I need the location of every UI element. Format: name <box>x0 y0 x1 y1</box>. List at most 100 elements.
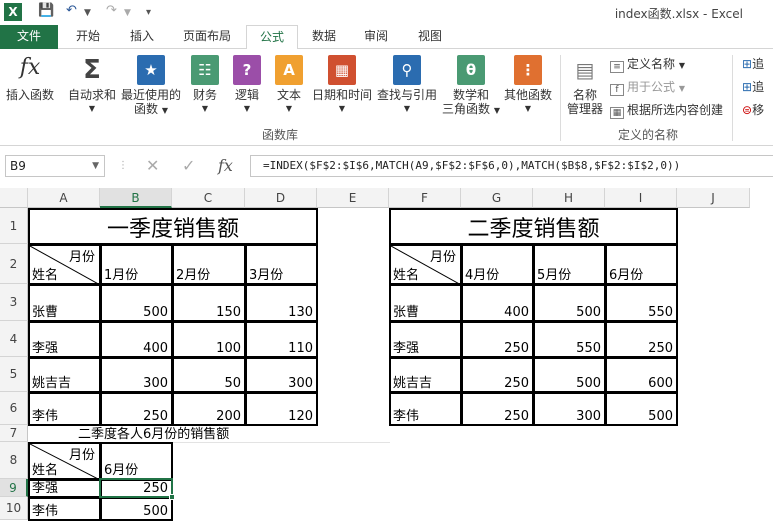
table1-value-cell[interactable]: 400 <box>100 321 173 358</box>
table1-value-cell[interactable]: 130 <box>245 284 318 322</box>
table1-name-cell[interactable]: 李强 <box>28 321 101 358</box>
table3-month-header[interactable]: 6月份 <box>100 442 173 480</box>
table1-value-cell[interactable]: 110 <box>245 321 318 358</box>
table2-title[interactable]: 二季度销售额 <box>389 208 678 245</box>
table1-value-cell[interactable]: 500 <box>100 284 173 322</box>
row-header-8[interactable]: 8 <box>0 442 28 479</box>
table2-value-cell[interactable]: 250 <box>461 357 534 393</box>
redo-dropdown-icon[interactable]: ▼ <box>124 8 131 18</box>
trace-dependents-button[interactable]: ⊞追 <box>742 78 764 96</box>
save-icon[interactable]: 💾 <box>38 3 54 18</box>
table2-name-cell[interactable]: 李伟 <box>389 392 462 426</box>
column-header-j[interactable]: J <box>677 188 750 208</box>
logical-button[interactable]: ? 逻辑 ▼ <box>228 55 266 116</box>
column-header-e[interactable]: E <box>317 188 389 208</box>
column-header-g[interactable]: G <box>461 188 533 208</box>
drag-handle-icon[interactable]: ⋮ <box>118 160 128 171</box>
table2-corner-header[interactable]: 月份 姓名 <box>389 244 462 285</box>
column-header-c[interactable]: C <box>172 188 245 208</box>
column-header-i[interactable]: I <box>605 188 677 208</box>
table2-value-cell[interactable]: 250 <box>461 392 534 426</box>
table1-name-cell[interactable]: 姚吉吉 <box>28 357 101 393</box>
column-header-h[interactable]: H <box>533 188 605 208</box>
row-header-6[interactable]: 6 <box>0 392 28 425</box>
table2-name-cell[interactable]: 姚吉吉 <box>389 357 462 393</box>
table1-value-cell[interactable]: 200 <box>172 392 246 426</box>
tab-data[interactable]: 数据 <box>300 25 348 49</box>
more-functions-button[interactable]: ⋮ 其他函数 ▼ <box>502 55 554 116</box>
row-header-7[interactable]: 7 <box>0 425 28 442</box>
table1-month-header[interactable]: 2月份 <box>172 244 246 285</box>
row-header-1[interactable]: 1 <box>0 208 28 244</box>
tab-page-layout[interactable]: 页面布局 <box>172 25 242 49</box>
define-name-button[interactable]: ≡ 定义名称 ▼ <box>610 55 685 73</box>
row-header-4[interactable]: 4 <box>0 321 28 357</box>
customize-toolbar-icon[interactable]: ▾ <box>146 7 151 18</box>
select-all-corner[interactable] <box>0 188 28 208</box>
math-trig-button[interactable]: θ 数学和 三角函数 ▼ <box>440 55 502 118</box>
cancel-icon[interactable]: ✕ <box>146 156 159 175</box>
name-box[interactable]: B9 ▼ <box>5 155 105 177</box>
table1-value-cell[interactable]: 250 <box>100 392 173 426</box>
insert-function-icon[interactable]: fx <box>218 156 233 175</box>
row-header-2[interactable]: 2 <box>0 244 28 284</box>
table1-value-cell[interactable]: 100 <box>172 321 246 358</box>
table2-value-cell[interactable]: 300 <box>533 392 606 426</box>
table2-value-cell[interactable]: 550 <box>533 321 606 358</box>
table2-month-header[interactable]: 4月份 <box>461 244 534 285</box>
table1-name-cell[interactable]: 李伟 <box>28 392 101 426</box>
table2-name-cell[interactable]: 张曹 <box>389 284 462 322</box>
row-header-3[interactable]: 3 <box>0 284 28 321</box>
tab-file[interactable]: 文件 <box>0 25 58 49</box>
enter-icon[interactable]: ✓ <box>182 156 195 175</box>
insert-function-button[interactable]: fx 插入函数 <box>2 55 58 102</box>
table1-value-cell[interactable]: 300 <box>245 357 318 393</box>
lookup-reference-button[interactable]: ⚲ 查找与引用 ▼ <box>376 55 438 116</box>
autosum-button[interactable]: Σ 自动求和 ▼ <box>64 55 120 116</box>
chevron-down-icon[interactable]: ▼ <box>92 156 99 176</box>
financial-button[interactable]: ☷ 财务 ▼ <box>186 55 224 116</box>
table1-corner-header[interactable]: 月份 姓名 <box>28 244 101 285</box>
table2-month-header[interactable]: 6月份 <box>605 244 678 285</box>
table2-value-cell[interactable]: 500 <box>533 284 606 322</box>
tab-home[interactable]: 开始 <box>64 25 112 49</box>
table1-month-header[interactable]: 3月份 <box>245 244 318 285</box>
tab-formulas[interactable]: 公式 <box>246 25 298 50</box>
undo-dropdown-icon[interactable]: ▼ <box>84 8 91 18</box>
table1-value-cell[interactable]: 150 <box>172 284 246 322</box>
undo-icon[interactable]: ↶ <box>66 3 77 18</box>
column-header-d[interactable]: D <box>245 188 317 208</box>
table3-name-cell[interactable]: 李伟 <box>28 497 101 521</box>
trace-precedents-button[interactable]: ⊞追 <box>742 55 764 73</box>
table3-corner-header[interactable]: 月份 姓名 <box>28 442 101 480</box>
table2-month-header[interactable]: 5月份 <box>533 244 606 285</box>
text-button[interactable]: A 文本 ▼ <box>270 55 308 116</box>
note-text[interactable]: 二季度各人6月份的销售额 <box>28 425 390 443</box>
table2-name-cell[interactable]: 李强 <box>389 321 462 358</box>
active-cell-selection[interactable] <box>99 478 175 500</box>
table2-value-cell[interactable]: 250 <box>461 321 534 358</box>
row-header-10[interactable]: 10 <box>0 497 28 520</box>
recently-used-button[interactable]: ★ 最近使用的 函数 ▼ <box>120 55 182 118</box>
row-header-9[interactable]: 9 <box>0 479 28 497</box>
table1-title[interactable]: 一季度销售额 <box>28 208 318 245</box>
table1-value-cell[interactable]: 120 <box>245 392 318 426</box>
column-header-f[interactable]: F <box>389 188 461 208</box>
table2-value-cell[interactable]: 500 <box>533 357 606 393</box>
table1-value-cell[interactable]: 50 <box>172 357 246 393</box>
table1-value-cell[interactable]: 300 <box>100 357 173 393</box>
formula-input[interactable]: =INDEX($F$2:$I$6,MATCH(A9,$F$2:$F$6,0),M… <box>250 155 773 177</box>
remove-arrows-button[interactable]: ⊜移 <box>742 101 764 119</box>
table2-value-cell[interactable]: 250 <box>605 321 678 358</box>
tab-view[interactable]: 视图 <box>406 25 454 49</box>
use-in-formula-button[interactable]: f 用于公式 ▼ <box>610 78 685 96</box>
table2-value-cell[interactable]: 600 <box>605 357 678 393</box>
table2-value-cell[interactable]: 500 <box>605 392 678 426</box>
column-header-b[interactable]: B <box>100 188 172 208</box>
table3-value-cell[interactable]: 500 <box>100 497 173 521</box>
tab-insert[interactable]: 插入 <box>118 25 166 49</box>
name-manager-button[interactable]: ▤ 名称 管理器 <box>563 55 607 116</box>
table1-month-header[interactable]: 1月份 <box>100 244 173 285</box>
redo-icon[interactable]: ↷ <box>106 3 117 18</box>
create-from-selection-button[interactable]: ▦ 根据所选内容创建 <box>610 101 723 119</box>
